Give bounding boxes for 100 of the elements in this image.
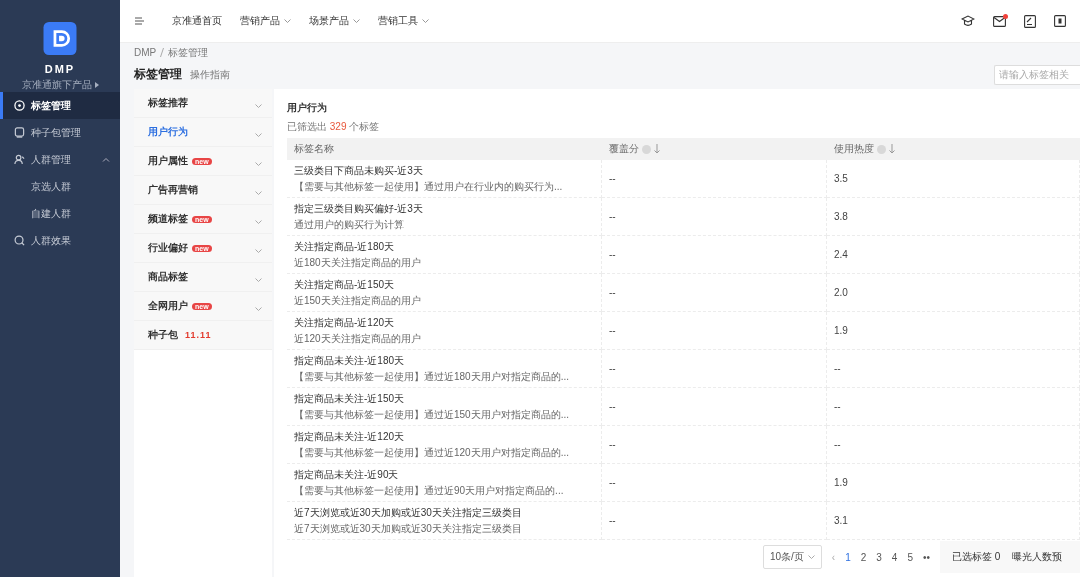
table-cell: -- bbox=[827, 388, 1080, 426]
column-header: 标签名称 bbox=[287, 138, 602, 160]
column-header[interactable]: 覆盖分 bbox=[602, 138, 827, 160]
logo-icon bbox=[42, 22, 78, 55]
tag-name: 关注指定商品-近120天 bbox=[294, 315, 394, 330]
page-size-select[interactable]: 10条/页 bbox=[762, 545, 822, 569]
table-cell: -- bbox=[602, 464, 827, 502]
promo-label: 11.11 bbox=[184, 330, 213, 340]
search-icon bbox=[14, 235, 25, 246]
category-item[interactable]: 用户行为 bbox=[134, 118, 272, 147]
category-label: 标签推荐 bbox=[148, 96, 188, 110]
chevron-down-icon[interactable] bbox=[284, 19, 291, 23]
category-label: 用户行为 bbox=[148, 125, 188, 139]
category-item[interactable]: 广告再营销 bbox=[134, 176, 272, 205]
nav-menu-item[interactable]: 场景产品 bbox=[309, 14, 349, 28]
table-cell: -- bbox=[602, 388, 827, 426]
sidebar-item[interactable]: 种子包管理 bbox=[0, 119, 120, 146]
guide-link[interactable]: 操作指南 bbox=[190, 67, 230, 82]
search-field[interactable]: 请输入标签相关 bbox=[994, 64, 1080, 85]
selected-count: 已选标签 0 bbox=[952, 550, 1001, 564]
tag-icon bbox=[14, 100, 25, 111]
category-item[interactable]: 标签推荐 bbox=[134, 89, 272, 118]
page-number[interactable]: 1 bbox=[845, 551, 851, 563]
page-number[interactable]: 4 bbox=[891, 551, 898, 563]
page-number[interactable]: 2 bbox=[860, 551, 867, 563]
table-cell: -- bbox=[827, 350, 1080, 388]
table-cell: -- bbox=[602, 160, 827, 198]
nav-menu-item[interactable]: 京准通首页 bbox=[172, 14, 222, 28]
column-header[interactable]: 使用热度 bbox=[827, 138, 1080, 160]
table-cell: 1.9 bbox=[827, 312, 1080, 350]
page-title: 标签管理 bbox=[134, 66, 182, 83]
tag-name: 三级类目下商品未购买-近3天 bbox=[294, 163, 423, 178]
table-cell: 3.1 bbox=[827, 502, 1080, 540]
more-pages-button[interactable]: •• bbox=[923, 551, 930, 563]
caret-right-icon bbox=[94, 82, 99, 88]
graduation-cap-icon[interactable] bbox=[961, 15, 975, 27]
sidebar-subitem[interactable]: 自建人群 bbox=[0, 200, 120, 227]
tag-name: 关注指定商品-近180天 bbox=[294, 239, 394, 254]
chevron-down-icon bbox=[807, 555, 815, 559]
breadcrumb-separator-icon bbox=[160, 48, 165, 57]
chevron-down-icon[interactable] bbox=[422, 19, 429, 23]
category-label: 商品标签 bbox=[148, 270, 188, 284]
tag-name: 关注指定商品-近150天 bbox=[294, 277, 394, 292]
category-label: 行业偏好 bbox=[148, 241, 188, 255]
tag-name: 指定商品未关注-近120天 bbox=[294, 429, 404, 444]
sidebar-item[interactable]: 人群管理 bbox=[0, 146, 120, 173]
tag-name: 近7天浏览或近30天加购或近30天关注指定三级类目 bbox=[294, 505, 522, 520]
category-label: 种子包 bbox=[148, 328, 178, 342]
category-label: 频道标签 bbox=[148, 212, 188, 226]
category-label: 用户属性 bbox=[148, 154, 188, 168]
table-cell: -- bbox=[602, 426, 827, 464]
people-icon bbox=[14, 154, 25, 165]
tag-description: 【需要与其他标签一起使用】通过近90天用户对指定商品的... bbox=[294, 483, 564, 498]
page-number[interactable]: 3 bbox=[876, 551, 882, 563]
page-number[interactable]: 5 bbox=[907, 551, 913, 563]
mail-icon[interactable] bbox=[993, 15, 1006, 27]
tag-description: 近7天浏览或近30天加购或近30天关注指定三级类目 bbox=[294, 521, 522, 536]
edit-icon[interactable] bbox=[1024, 14, 1036, 28]
tag-description: 【需要与其他标签一起使用】通过近150天用户对指定商品的... bbox=[294, 407, 570, 422]
tag-name: 指定三级类目购买偏好-近3天 bbox=[294, 201, 423, 216]
table-cell: 2.4 bbox=[827, 236, 1080, 274]
tag-name: 指定商品未关注-近150天 bbox=[294, 391, 404, 406]
table-cell: -- bbox=[602, 312, 827, 350]
app-name: DMP bbox=[44, 63, 76, 75]
chevron-down-icon[interactable] bbox=[353, 19, 360, 23]
breadcrumb-link[interactable]: 标签管理 bbox=[168, 45, 209, 60]
sort-arrow-icon[interactable] bbox=[654, 144, 660, 154]
sidebar-item[interactable]: 标签管理 bbox=[0, 92, 120, 119]
category-label: 全网用户 bbox=[148, 299, 188, 313]
tag-description: 通过用户的购买行为计算 bbox=[294, 217, 404, 232]
table-cell: 1.9 bbox=[827, 464, 1080, 502]
table-cell: 3.8 bbox=[827, 198, 1080, 236]
table-cell: 3.5 bbox=[827, 160, 1080, 198]
menu-icon[interactable] bbox=[135, 17, 144, 25]
table-cell: -- bbox=[602, 274, 827, 312]
sidebar-item[interactable]: 人群效果 bbox=[0, 227, 120, 254]
table-cell: -- bbox=[602, 350, 827, 388]
tag-description: 【需要与其他标签一起使用】通过近120天用户对指定商品的... bbox=[294, 445, 570, 460]
product-link[interactable]: 京准通旗下产品 bbox=[21, 78, 92, 92]
tag-description: 【需要与其他标签一起使用】通过用户在行业内的购买行为... bbox=[294, 179, 563, 194]
category-item[interactable]: 种子包 11.11 bbox=[134, 321, 272, 350]
nav-menu-item[interactable]: 营销产品 bbox=[240, 14, 280, 28]
sort-arrow-icon[interactable] bbox=[889, 144, 895, 154]
nav-menu-item[interactable]: 营销工具 bbox=[378, 14, 418, 28]
result-summary: 已筛选出 329 个标签 bbox=[287, 120, 381, 134]
tag-description: 近150天关注指定商品的用户 bbox=[294, 293, 421, 308]
category-label: 广告再营销 bbox=[148, 183, 198, 197]
table-cell: -- bbox=[602, 236, 827, 274]
category-item[interactable]: 商品标签 bbox=[134, 263, 272, 292]
tag-description: 近120天关注指定商品的用户 bbox=[294, 331, 421, 346]
sidebar-subitem[interactable]: 京选人群 bbox=[0, 173, 120, 200]
table-cell: -- bbox=[602, 198, 827, 236]
table-cell: 2.0 bbox=[827, 274, 1080, 312]
tag-name: 指定商品未关注-近180天 bbox=[294, 353, 404, 368]
table-cell: -- bbox=[602, 502, 827, 540]
table-cell: -- bbox=[827, 426, 1080, 464]
breadcrumb-link[interactable]: DMP bbox=[134, 47, 157, 58]
tag-description: 近180天关注指定商品的用户 bbox=[294, 255, 421, 270]
help-icon bbox=[642, 144, 651, 154]
tag-name: 指定商品未关注-近90天 bbox=[294, 467, 399, 482]
